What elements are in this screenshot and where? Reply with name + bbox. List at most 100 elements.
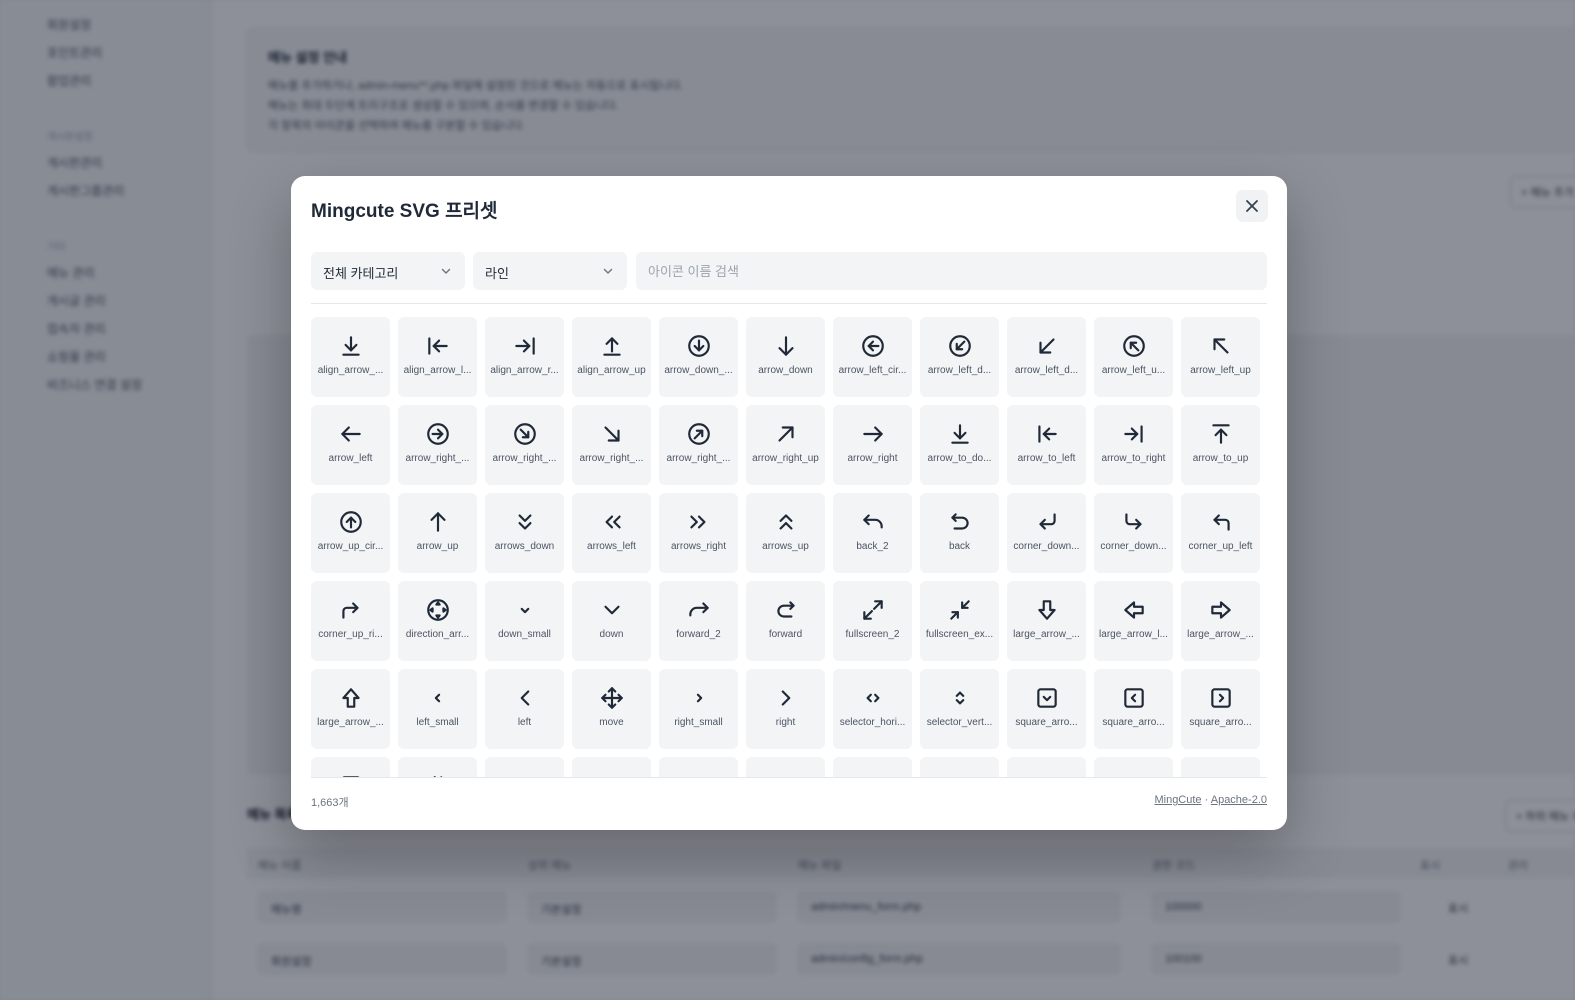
icon-tile[interactable]: arrow_right_... [659, 405, 738, 485]
icon-tile[interactable]: arrow_right_... [572, 405, 651, 485]
icon-tile[interactable] [311, 757, 390, 778]
square-arrow-down-icon [1036, 688, 1057, 708]
square-arrow-left-icon [1123, 688, 1144, 708]
right-small-icon [696, 693, 702, 703]
icon-tile[interactable]: square_arro... [1181, 669, 1260, 749]
icon-tile[interactable]: move [572, 669, 651, 749]
icon-tile[interactable]: selector_vert... [920, 669, 999, 749]
corner-up-left-icon [1212, 514, 1230, 531]
icon-tile[interactable]: right [746, 669, 825, 749]
icon-tile[interactable] [920, 757, 999, 778]
icon-tile[interactable] [1094, 757, 1173, 778]
icon-tile[interactable]: arrow_left_cir... [833, 317, 912, 397]
icon-tile[interactable]: arrow_up [398, 493, 477, 573]
icon-tile-label: large_arrow_... [317, 717, 384, 728]
icon-tile[interactable]: align_arrow_up [572, 317, 651, 397]
icon-tile[interactable]: large_arrow_... [1181, 581, 1260, 661]
icon-tile[interactable]: align_arrow_... [311, 317, 390, 397]
mingcute-link[interactable]: MingCute [1154, 794, 1201, 806]
icon-tile[interactable]: large_arrow_l... [1094, 581, 1173, 661]
icon-tile[interactable]: corner_down... [1007, 493, 1086, 573]
icon-tile[interactable]: arrow_right_... [398, 405, 477, 485]
arrow-right-down-circle-icon [513, 423, 536, 445]
icon-tile[interactable]: down [572, 581, 651, 661]
icon-tile[interactable]: fullscreen_ex... [920, 581, 999, 661]
icon-grid-scroll[interactable]: align_arrow_... align_arrow_l... align_arr… [311, 317, 1267, 778]
icon-search-input[interactable] [636, 252, 1267, 290]
icon-tile[interactable]: arrow_up_cir... [311, 493, 390, 573]
icon-tile[interactable]: back [920, 493, 999, 573]
icon-tile[interactable] [1007, 757, 1086, 778]
square-arrow-right-icon [1210, 688, 1231, 708]
icon-tile[interactable]: back_2 [833, 493, 912, 573]
icon-tile[interactable]: arrows_up [746, 493, 825, 573]
icon-tile[interactable]: arrows_left [572, 493, 651, 573]
icon-tile[interactable]: arrow_to_left [1007, 405, 1086, 485]
icon-tile[interactable]: arrow_to_up [1181, 405, 1260, 485]
icon-tile[interactable] [572, 757, 651, 778]
icon-tile[interactable]: arrow_left_d... [1007, 317, 1086, 397]
selector-vertical-icon [955, 691, 964, 705]
category-select[interactable]: 전체 카테고리 [311, 252, 465, 290]
corner-down-left-icon [1038, 513, 1056, 530]
license-link[interactable]: Apache-2.0 [1211, 794, 1267, 806]
icon-tile[interactable]: forward_2 [659, 581, 738, 661]
icon-tile[interactable]: corner_up_ri... [311, 581, 390, 661]
icon-tile-label: back_2 [856, 541, 889, 552]
move-icon [600, 687, 623, 709]
icon-tile[interactable]: left_small [398, 669, 477, 749]
icon-tile-label: corner_up_ri... [318, 629, 383, 640]
icon-tile[interactable] [1181, 757, 1260, 778]
arrow-left-down-circle-icon [948, 335, 971, 357]
align-arrow-left-icon [427, 337, 448, 355]
close-button[interactable] [1236, 190, 1268, 222]
icon-tile[interactable]: arrow_right [833, 405, 912, 485]
icon-tile-label: arrows_right [670, 541, 727, 552]
icon-tile[interactable]: arrow_to_do... [920, 405, 999, 485]
icon-tile[interactable]: arrow_left_up [1181, 317, 1260, 397]
icon-tile[interactable]: align_arrow_l... [398, 317, 477, 397]
icon-tile[interactable]: corner_up_left [1181, 493, 1260, 573]
icon-tile[interactable]: down_small [485, 581, 564, 661]
icon-tile-label: arrow_down_... [664, 365, 733, 376]
icon-tile[interactable]: arrow_down [746, 317, 825, 397]
icon-tile-label: arrow_to_do... [927, 453, 992, 464]
icon-tile[interactable]: direction_arr... [398, 581, 477, 661]
icon-tile[interactable]: left [485, 669, 564, 749]
icon-tile[interactable]: fullscreen_2 [833, 581, 912, 661]
icon-tile[interactable]: arrow_right_... [485, 405, 564, 485]
icon-tile[interactable]: arrows_down [485, 493, 564, 573]
icon-tile[interactable]: selector_hori... [833, 669, 912, 749]
icon-tile[interactable]: square_arro... [1007, 669, 1086, 749]
corner-down-right-icon [1124, 513, 1142, 530]
icon-tile[interactable]: align_arrow_r... [485, 317, 564, 397]
icon-tile[interactable] [746, 757, 825, 778]
icon-tile[interactable]: square_arro... [1094, 669, 1173, 749]
icon-tile[interactable]: arrow_left [311, 405, 390, 485]
down-icon [603, 605, 620, 615]
arrow-right-icon [862, 426, 883, 442]
arrow-down-icon [777, 336, 794, 356]
arrow-left-circle-icon [861, 335, 884, 357]
large-arrow-left-icon [1123, 601, 1144, 619]
icon-tile[interactable]: arrow_left_u... [1094, 317, 1173, 397]
icon-tile[interactable] [833, 757, 912, 778]
icon-tile[interactable]: right_small [659, 669, 738, 749]
icon-tile[interactable]: arrows_right [659, 493, 738, 573]
icon-tile[interactable] [659, 757, 738, 778]
icon-tile[interactable]: arrow_right_up [746, 405, 825, 485]
icon-tile-label: align_arrow_... [317, 365, 384, 376]
icon-tile-label: align_arrow_l... [403, 365, 472, 376]
icon-tile[interactable]: large_arrow_... [1007, 581, 1086, 661]
icon-tile[interactable]: forward [746, 581, 825, 661]
icon-tile[interactable]: arrow_to_right [1094, 405, 1173, 485]
icon-tile[interactable]: arrow_left_d... [920, 317, 999, 397]
icon-count: 1,663개 [311, 797, 349, 809]
style-select[interactable]: 라인 [473, 252, 627, 290]
down-small-icon [520, 607, 529, 614]
icon-tile[interactable] [398, 757, 477, 778]
icon-tile[interactable]: large_arrow_... [311, 669, 390, 749]
icon-tile[interactable] [485, 757, 564, 778]
icon-tile[interactable]: arrow_down_... [659, 317, 738, 397]
icon-tile[interactable]: corner_down... [1094, 493, 1173, 573]
